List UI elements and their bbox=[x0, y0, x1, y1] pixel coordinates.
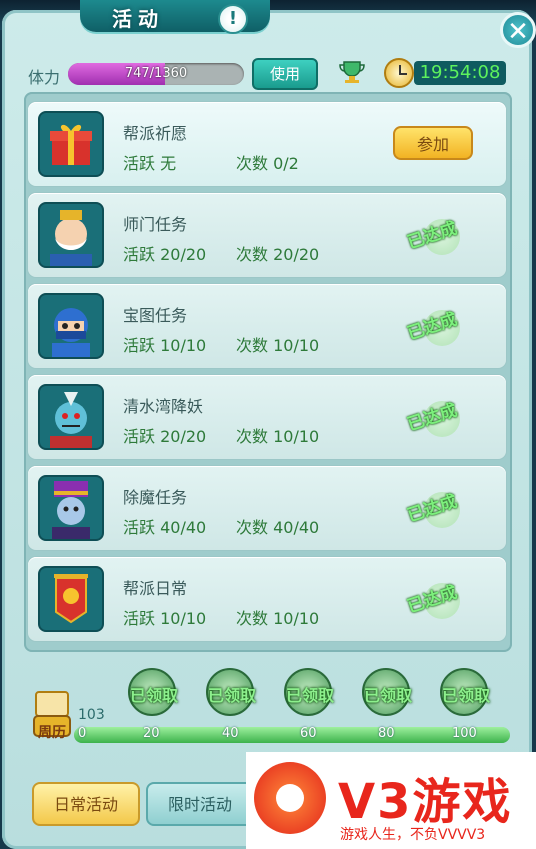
activity-count: 次数 0/2 bbox=[236, 154, 299, 173]
activity-name: 除魔任务 bbox=[123, 488, 188, 507]
watermark: V3游戏 游戏人生，不负VVVV3 bbox=[246, 752, 536, 849]
activity-count: 次数 10/10 bbox=[236, 427, 320, 446]
weekly-points: 103 bbox=[78, 707, 105, 723]
weekly-progress-bar bbox=[74, 727, 510, 743]
watermark-title: V3游戏 bbox=[338, 774, 513, 830]
activity-count: 次数 20/20 bbox=[236, 245, 320, 264]
guild-banner-icon bbox=[38, 566, 104, 632]
activity-count: 次数 10/10 bbox=[236, 609, 320, 628]
activity-active: 活跃 40/40 bbox=[123, 518, 207, 537]
activity-name: 清水湾降妖 bbox=[123, 397, 204, 416]
zombie-official-portrait bbox=[38, 475, 104, 541]
activity-count: 次数 10/10 bbox=[236, 336, 320, 355]
demon-portrait bbox=[38, 384, 104, 450]
activity-list[interactable]: 帮派祈愿 活跃 无 次数 0/2 参加 师门任务 活跃 20/20 次数 20/… bbox=[24, 92, 512, 652]
use-button[interactable]: 使用 bbox=[252, 58, 318, 90]
ninja-portrait bbox=[38, 293, 104, 359]
completed-stamp: 已达成 bbox=[404, 218, 460, 255]
weekly-progress-fill bbox=[74, 727, 510, 743]
activity-name: 帮派祈愿 bbox=[123, 124, 188, 143]
activity-active: 活跃 20/20 bbox=[123, 245, 207, 264]
reward-chest-60[interactable]: 已领取 bbox=[276, 668, 340, 724]
completed-stamp: 已达成 bbox=[404, 400, 460, 437]
panel-title: 活动 bbox=[112, 7, 164, 31]
reward-chest-40[interactable]: 已领取 bbox=[198, 668, 262, 724]
activity-card-guild-wish[interactable]: 帮派祈愿 活跃 无 次数 0/2 参加 bbox=[28, 102, 506, 186]
reward-chest-20[interactable]: 已领取 bbox=[120, 668, 184, 724]
stamina-bar: 747/1360 bbox=[68, 63, 244, 85]
progress-tick: 80 bbox=[378, 726, 395, 741]
join-button[interactable]: 参加 bbox=[393, 126, 473, 160]
progress-tick: 20 bbox=[143, 726, 160, 741]
completed-stamp: 已达成 bbox=[404, 491, 460, 528]
activity-active: 活跃 10/10 bbox=[123, 609, 207, 628]
progress-tick: 100 bbox=[452, 726, 477, 741]
close-button[interactable]: ✕ bbox=[500, 12, 536, 48]
trophy-icon[interactable] bbox=[338, 60, 366, 84]
activity-card-guild-daily[interactable]: 帮派日常 活跃 10/10 次数 10/10 已达成 bbox=[28, 557, 506, 641]
completed-stamp: 已达成 bbox=[404, 309, 460, 346]
activity-card-clear-water-bay[interactable]: 清水湾降妖 活跃 20/20 次数 10/10 已达成 bbox=[28, 375, 506, 459]
activity-active: 活跃 无 bbox=[123, 154, 177, 173]
activity-count: 次数 40/40 bbox=[236, 518, 320, 537]
timer-value: 19:54:08 bbox=[414, 61, 506, 85]
activity-active: 活跃 20/20 bbox=[123, 427, 207, 446]
reward-chest-100[interactable]: 已领取 bbox=[432, 668, 496, 724]
activity-name: 宝图任务 bbox=[123, 306, 188, 325]
activity-name: 帮派日常 bbox=[123, 579, 188, 598]
tab-limited-activities[interactable]: 限时活动 bbox=[146, 782, 254, 826]
tab-daily-activities[interactable]: 日常活动 bbox=[32, 782, 140, 826]
progress-tick: 60 bbox=[300, 726, 317, 741]
countdown-timer: 19:54:08 bbox=[384, 58, 508, 88]
stamina-value: 747/1360 bbox=[124, 66, 188, 81]
info-button[interactable]: ! bbox=[218, 4, 248, 34]
activity-card-treasure-map[interactable]: 宝图任务 活跃 10/10 次数 10/10 已达成 bbox=[28, 284, 506, 368]
reward-chest-80[interactable]: 已领取 bbox=[354, 668, 418, 724]
watermark-slogan: 游戏人生，不负VVVV3 bbox=[340, 827, 486, 843]
old-master-portrait bbox=[38, 202, 104, 268]
activity-card-master-quest[interactable]: 师门任务 活跃 20/20 次数 20/20 已达成 bbox=[28, 193, 506, 277]
progress-tick: 40 bbox=[222, 726, 239, 741]
gift-box-icon bbox=[38, 111, 104, 177]
progress-tick: 0 bbox=[78, 726, 87, 741]
stamina-label: 体力 bbox=[28, 68, 61, 87]
activity-name: 师门任务 bbox=[123, 215, 188, 234]
clock-icon bbox=[384, 58, 414, 88]
activity-card-demon-hunt[interactable]: 除魔任务 活跃 40/40 次数 40/40 已达成 bbox=[28, 466, 506, 550]
completed-stamp: 已达成 bbox=[404, 582, 460, 619]
watermark-logo-icon bbox=[254, 762, 326, 834]
weekly-calendar-label: 周历 bbox=[38, 725, 66, 741]
activity-active: 活跃 10/10 bbox=[123, 336, 207, 355]
